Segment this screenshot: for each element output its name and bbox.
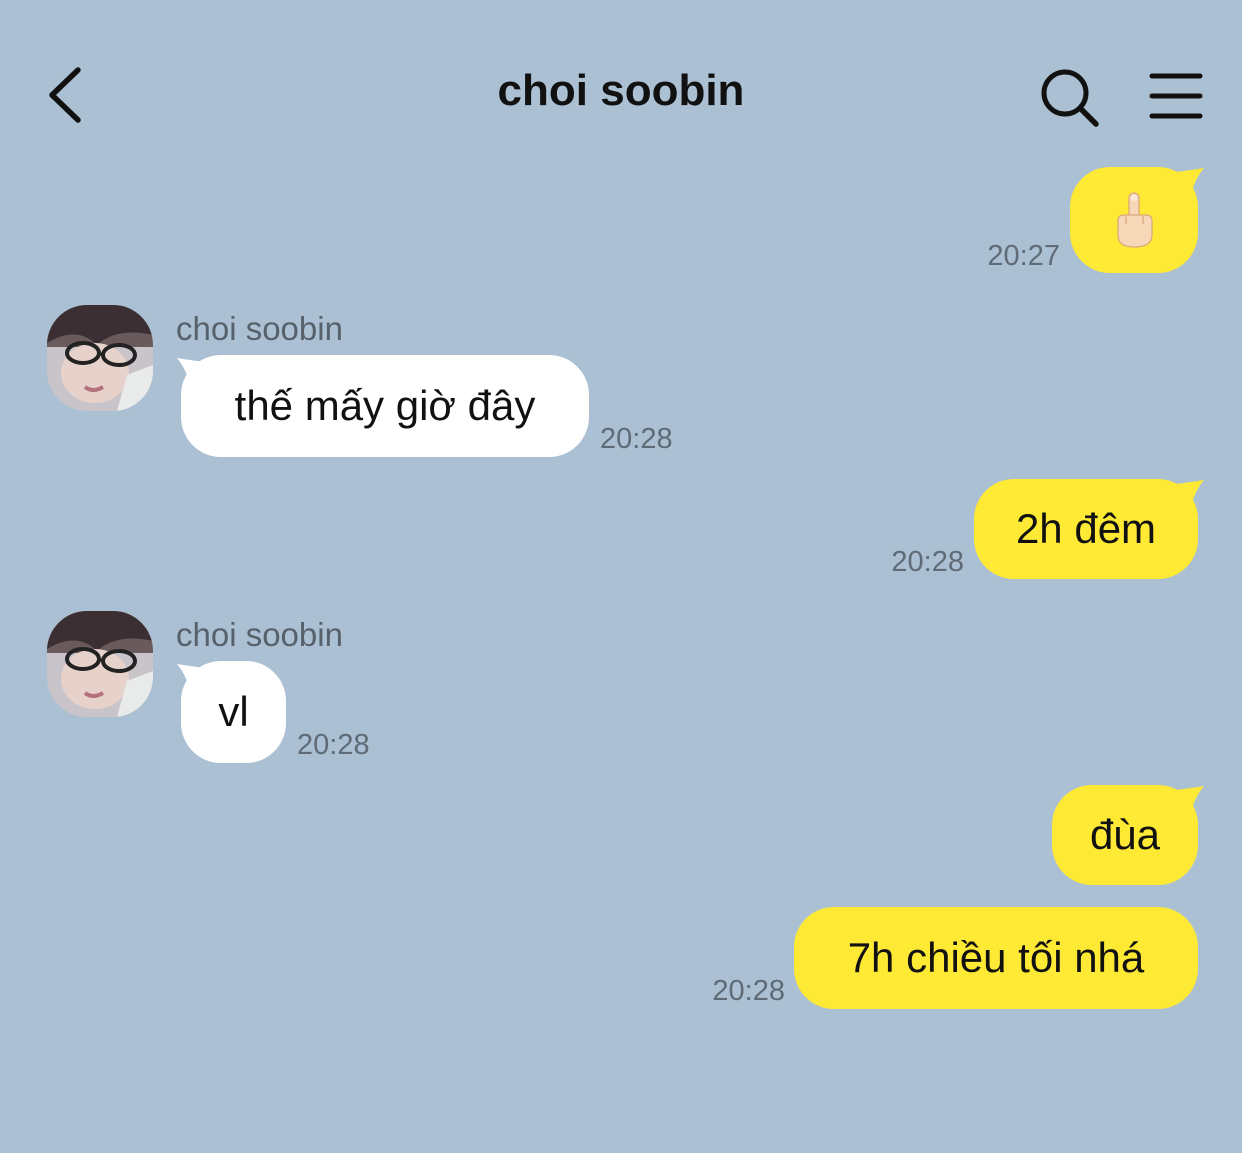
hamburger-menu-icon <box>1149 73 1203 119</box>
bubble-tail <box>177 358 205 388</box>
middle-finger-emoji-icon <box>1117 192 1153 248</box>
message-text: thế mấy giờ đây <box>234 382 536 429</box>
avatar[interactable] <box>47 611 153 717</box>
message-text: đùa <box>1089 811 1161 858</box>
bubble-tail <box>1176 480 1204 510</box>
message-timestamp: 20:28 <box>712 975 785 1007</box>
message-text: 7h chiều tối nhá <box>847 934 1145 981</box>
menu-button[interactable] <box>1146 68 1206 126</box>
search-button[interactable] <box>1036 64 1102 130</box>
avatar-image <box>47 305 153 411</box>
message-bubble[interactable]: thế mấy giờ đây <box>181 355 589 457</box>
bubble-tail <box>1176 168 1204 198</box>
sender-name: choi soobin <box>176 616 343 653</box>
message-timestamp: 20:27 <box>987 240 1060 272</box>
message-timestamp: 20:28 <box>297 729 370 761</box>
avatar[interactable] <box>47 305 153 411</box>
chat-header: choi soobin <box>0 0 1242 190</box>
message-text: 2h đêm <box>1015 505 1157 552</box>
bubble-tail <box>1176 786 1204 816</box>
message-text: vl <box>218 688 249 735</box>
avatar-image <box>47 611 153 717</box>
sender-name: choi soobin <box>176 310 343 347</box>
message-timestamp: 20:28 <box>600 423 673 455</box>
message-bubble[interactable]: 2h đêm <box>974 479 1198 579</box>
message-timestamp: 20:28 <box>891 546 964 578</box>
search-icon <box>1041 69 1099 127</box>
bubble-tail <box>177 664 205 694</box>
message-bubble[interactable]: 7h chiều tối nhá <box>794 907 1198 1009</box>
